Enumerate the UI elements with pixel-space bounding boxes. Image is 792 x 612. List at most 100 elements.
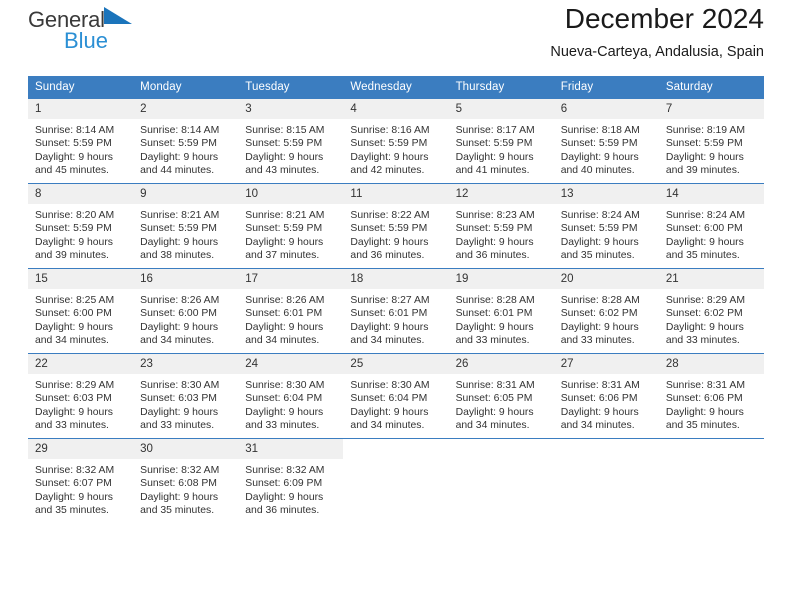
daylight-text-line1: Daylight: 9 hours [665, 236, 744, 248]
sunrise-text: Sunrise: 8:17 AM [455, 125, 535, 136]
calendar-day-cell[interactable]: 12 Sunrise: 8:23 AM Sunset: 5:59 PM Dayligh… [448, 183, 554, 269]
day-number: 5 [448, 99, 554, 119]
calendar-day-cell[interactable]: 16 Sunrise: 8:26 AM Sunset: 6:00 PM Dayligh… [133, 268, 239, 354]
daylight-text-line1: Daylight: 9 hours [455, 321, 534, 333]
calendar-day-cell[interactable]: 21 Sunrise: 8:29 AM Sunset: 6:02 PM Dayligh… [658, 268, 764, 354]
daylight-text-line1: Daylight: 9 hours [140, 491, 219, 503]
sunrise-text: Sunrise: 8:27 AM [350, 295, 430, 306]
calendar-day-cell[interactable]: 28 Sunrise: 8:31 AM Sunset: 6:06 PM Dayligh… [658, 353, 764, 439]
sunrise-text: Sunrise: 8:30 AM [350, 380, 430, 391]
daylight-text-line1: Daylight: 9 hours [35, 491, 113, 503]
daylight-text-line2: and 41 minutes. [455, 165, 530, 177]
calendar-day-cell[interactable]: 30 Sunrise: 8:32 AM Sunset: 6:08 PM Dayligh… [133, 438, 239, 523]
day-number: 21 [658, 269, 764, 289]
day-number: 15 [28, 269, 134, 289]
calendar-day-cell[interactable]: 14 Sunrise: 8:24 AM Sunset: 6:00 PM Dayligh… [658, 183, 764, 269]
day-number: 18 [343, 269, 449, 289]
daylight-text-line1: Daylight: 9 hours [350, 406, 429, 418]
sunset-text: Sunset: 5:59 PM [560, 138, 638, 150]
calendar-day-cell[interactable]: 8 Sunrise: 8:20 AM Sunset: 5:59 PM Daylight… [28, 183, 134, 269]
sunset-text: Sunset: 5:59 PM [350, 138, 428, 150]
sunset-text: Sunset: 5:59 PM [665, 138, 743, 150]
day-number: 25 [343, 354, 449, 374]
weekday-header-tuesday: Tuesday [238, 76, 344, 99]
calendar-day-cell[interactable]: 17 Sunrise: 8:26 AM Sunset: 6:01 PM Dayligh… [238, 268, 344, 354]
sunset-text: Sunset: 5:59 PM [455, 223, 533, 235]
day-info: Sunrise: 8:30 AM Sunset: 6:03 PM Daylight:… [133, 374, 238, 433]
sunrise-text: Sunrise: 8:23 AM [455, 210, 535, 221]
brand-logo[interactable]: General Blue [28, 0, 178, 52]
sunrise-text: Sunrise: 8:19 AM [665, 125, 745, 136]
calendar-day-cell[interactable]: 19 Sunrise: 8:28 AM Sunset: 6:01 PM Dayligh… [448, 268, 554, 354]
daylight-text-line2: and 35 minutes. [35, 505, 109, 517]
daylight-text-line1: Daylight: 9 hours [560, 151, 639, 163]
daylight-text-line2: and 39 minutes. [665, 165, 740, 177]
calendar-day-cell[interactable]: 31 Sunrise: 8:32 AM Sunset: 6:09 PM Dayligh… [238, 438, 344, 523]
day-info: Sunrise: 8:31 AM Sunset: 6:05 PM Daylight:… [449, 374, 554, 433]
calendar-day-cell[interactable]: 13 Sunrise: 8:24 AM Sunset: 5:59 PM Dayligh… [553, 183, 659, 269]
calendar-day-cell[interactable]: 10 Sunrise: 8:21 AM Sunset: 5:59 PM Dayligh… [238, 183, 344, 269]
calendar-day-cell[interactable]: 2 Sunrise: 8:14 AM Sunset: 5:59 PM Daylight… [133, 98, 239, 184]
calendar-day-cell[interactable]: 3 Sunrise: 8:15 AM Sunset: 5:59 PM Daylight… [238, 98, 344, 184]
sunrise-text: Sunrise: 8:32 AM [35, 465, 115, 476]
sunrise-text: Sunrise: 8:24 AM [665, 210, 745, 221]
calendar-week-row: 22 Sunrise: 8:29 AM Sunset: 6:03 PM Dayligh… [28, 353, 764, 439]
sunrise-text: Sunrise: 8:21 AM [140, 210, 220, 221]
calendar-day-cell[interactable]: 4 Sunrise: 8:16 AM Sunset: 5:59 PM Daylight… [343, 98, 449, 184]
calendar-day-cell-empty [553, 438, 659, 523]
day-info: Sunrise: 8:30 AM Sunset: 6:04 PM Daylight:… [238, 374, 343, 433]
day-info: Sunrise: 8:23 AM Sunset: 5:59 PM Daylight:… [449, 204, 554, 263]
calendar-day-cell[interactable]: 26 Sunrise: 8:31 AM Sunset: 6:05 PM Dayligh… [448, 353, 554, 439]
day-info: Sunrise: 8:16 AM Sunset: 5:59 PM Daylight:… [343, 119, 448, 178]
daylight-text-line1: Daylight: 9 hours [665, 406, 744, 418]
day-number: 11 [343, 184, 449, 204]
calendar-day-cell[interactable]: 7 Sunrise: 8:19 AM Sunset: 5:59 PM Daylight… [658, 98, 764, 184]
day-number [448, 439, 554, 459]
calendar-day-cell-empty [658, 438, 764, 523]
calendar-day-cell[interactable]: 15 Sunrise: 8:25 AM Sunset: 6:00 PM Dayligh… [28, 268, 134, 354]
day-number: 24 [238, 354, 344, 374]
day-info: Sunrise: 8:15 AM Sunset: 5:59 PM Daylight:… [238, 119, 343, 178]
calendar-day-cell[interactable]: 5 Sunrise: 8:17 AM Sunset: 5:59 PM Daylight… [448, 98, 554, 184]
sunset-text: Sunset: 5:59 PM [245, 138, 323, 150]
daylight-text-line1: Daylight: 9 hours [665, 151, 744, 163]
calendar-day-cell[interactable]: 20 Sunrise: 8:28 AM Sunset: 6:02 PM Dayligh… [553, 268, 659, 354]
page-subtitle: Nueva-Carteya, Andalusia, Spain [550, 44, 764, 60]
calendar-day-cell[interactable]: 6 Sunrise: 8:18 AM Sunset: 5:59 PM Daylight… [553, 98, 659, 184]
day-info: Sunrise: 8:19 AM Sunset: 5:59 PM Daylight:… [659, 119, 764, 178]
day-number: 12 [448, 184, 554, 204]
calendar-day-cell[interactable]: 29 Sunrise: 8:32 AM Sunset: 6:07 PM Dayligh… [28, 438, 134, 523]
daylight-text-line1: Daylight: 9 hours [350, 236, 429, 248]
daylight-text-line1: Daylight: 9 hours [140, 236, 219, 248]
day-info: Sunrise: 8:26 AM Sunset: 6:00 PM Daylight:… [133, 289, 238, 348]
calendar-day-cell[interactable]: 27 Sunrise: 8:31 AM Sunset: 6:06 PM Dayligh… [553, 353, 659, 439]
sunset-text: Sunset: 6:01 PM [455, 308, 533, 320]
sunset-text: Sunset: 6:04 PM [245, 393, 323, 405]
day-info: Sunrise: 8:24 AM Sunset: 6:00 PM Daylight:… [659, 204, 764, 263]
calendar-day-cell[interactable]: 9 Sunrise: 8:21 AM Sunset: 5:59 PM Daylight… [133, 183, 239, 269]
calendar-day-cell[interactable]: 25 Sunrise: 8:30 AM Sunset: 6:04 PM Dayligh… [343, 353, 449, 439]
day-info: Sunrise: 8:14 AM Sunset: 5:59 PM Daylight:… [133, 119, 238, 178]
sunrise-text: Sunrise: 8:20 AM [35, 210, 115, 221]
day-info: Sunrise: 8:21 AM Sunset: 5:59 PM Daylight:… [238, 204, 343, 263]
day-info: Sunrise: 8:32 AM Sunset: 6:09 PM Daylight:… [238, 459, 343, 518]
sunset-text: Sunset: 6:03 PM [140, 393, 217, 405]
daylight-text-line1: Daylight: 9 hours [560, 406, 639, 418]
daylight-text-line2: and 35 minutes. [665, 250, 740, 262]
sunrise-text: Sunrise: 8:26 AM [140, 295, 220, 306]
calendar-day-cell[interactable]: 18 Sunrise: 8:27 AM Sunset: 6:01 PM Dayligh… [343, 268, 449, 354]
daylight-text-line2: and 38 minutes. [140, 250, 215, 262]
daylight-text-line1: Daylight: 9 hours [35, 151, 113, 163]
calendar-day-cell[interactable]: 24 Sunrise: 8:30 AM Sunset: 6:04 PM Dayligh… [238, 353, 344, 439]
calendar-day-cell[interactable]: 1 Sunrise: 8:14 AM Sunset: 5:59 PM Daylight… [28, 98, 134, 184]
calendar-day-cell[interactable]: 22 Sunrise: 8:29 AM Sunset: 6:03 PM Dayligh… [28, 353, 134, 439]
calendar-day-cell[interactable]: 23 Sunrise: 8:30 AM Sunset: 6:03 PM Dayligh… [133, 353, 239, 439]
calendar-week-row: 1 Sunrise: 8:14 AM Sunset: 5:59 PM Daylight… [28, 98, 764, 184]
day-info: Sunrise: 8:28 AM Sunset: 6:02 PM Daylight:… [554, 289, 659, 348]
calendar-day-cell[interactable]: 11 Sunrise: 8:22 AM Sunset: 5:59 PM Dayligh… [343, 183, 449, 269]
daylight-text-line2: and 33 minutes. [35, 420, 109, 432]
day-info: Sunrise: 8:20 AM Sunset: 5:59 PM Daylight:… [28, 204, 133, 263]
daylight-text-line1: Daylight: 9 hours [140, 321, 219, 333]
daylight-text-line1: Daylight: 9 hours [455, 151, 534, 163]
sunset-text: Sunset: 5:59 PM [35, 138, 112, 150]
